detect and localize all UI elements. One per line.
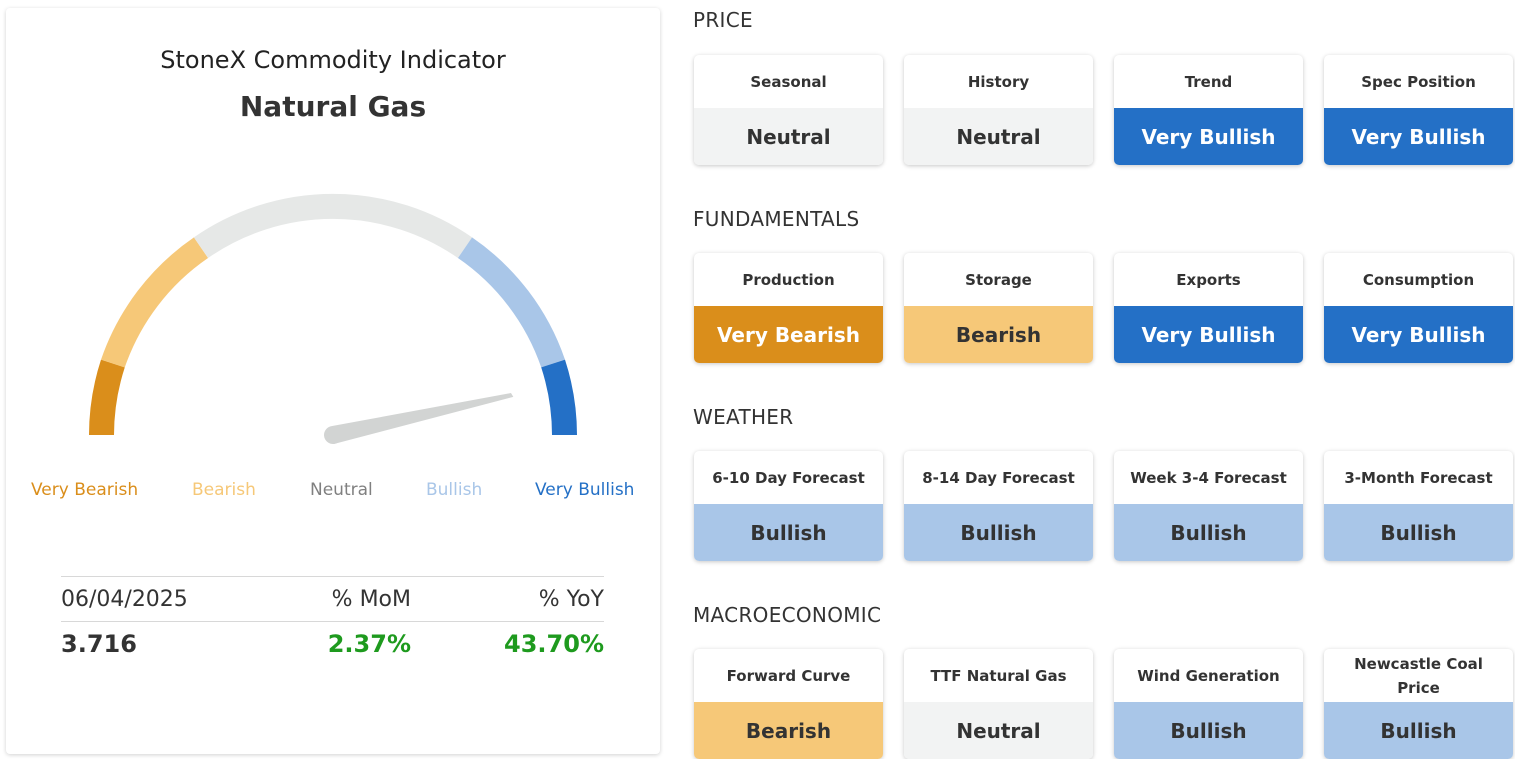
tile-label: Storage	[965, 270, 1032, 289]
tile-label: Production	[742, 270, 835, 289]
tile-consumption[interactable]: Consumption Very Bullish	[1324, 253, 1513, 363]
price-stats-table: 06/04/2025 % MoM % YoY 3.716 2.37% 43.70…	[61, 576, 604, 666]
scale-label-bearish: Bearish	[192, 480, 256, 500]
tile-trend[interactable]: Trend Very Bullish	[1114, 55, 1303, 165]
tile-label: History	[967, 72, 1030, 91]
tile-label: Consumption	[1362, 270, 1475, 289]
tile-label: Seasonal	[750, 72, 827, 91]
tile-forward-curve[interactable]: Forward Curve Bearish	[694, 649, 883, 759]
tile-label: Spec Position	[1361, 72, 1476, 91]
tile-status: Very Bullish	[1324, 108, 1513, 165]
tile-6-10-day-forecast[interactable]: 6-10 Day Forecast Bullish	[694, 451, 883, 561]
stats-price: 3.716	[61, 630, 137, 658]
gauge-band-very-bearish	[89, 359, 125, 436]
stats-value-row: 3.716 2.37% 43.70%	[61, 622, 604, 666]
tile-3-month-forecast[interactable]: 3-Month Forecast Bullish	[1324, 451, 1513, 561]
gauge-needle	[324, 393, 514, 444]
gauge-band-bullish	[457, 237, 565, 368]
tile-status: Bullish	[1324, 504, 1513, 561]
tile-status: Bullish	[694, 504, 883, 561]
scale-label-neutral: Neutral	[310, 480, 373, 500]
tile-status: Bullish	[1114, 504, 1303, 561]
tile-status: Bullish	[1324, 702, 1513, 759]
tile-status: Very Bullish	[1114, 306, 1303, 363]
tile-storage[interactable]: Storage Bearish	[904, 253, 1093, 363]
tile-production[interactable]: Production Very Bearish	[694, 253, 883, 363]
tile-newcastle-coal-price[interactable]: Newcastle Coal Price Bullish	[1324, 649, 1513, 759]
tile-ttf-natural-gas[interactable]: TTF Natural Gas Neutral	[904, 649, 1093, 759]
tile-status: Very Bullish	[1324, 306, 1513, 363]
tile-spec-position[interactable]: Spec Position Very Bullish	[1324, 55, 1513, 165]
scale-label-very-bullish: Very Bullish	[535, 480, 635, 500]
tile-label: TTF Natural Gas	[930, 666, 1067, 685]
stats-date: 06/04/2025	[61, 586, 188, 612]
tile-exports[interactable]: Exports Very Bullish	[1114, 253, 1303, 363]
tile-status: Bearish	[694, 702, 883, 759]
tile-status: Very Bullish	[1114, 108, 1303, 165]
tile-label: Wind Generation	[1137, 666, 1280, 685]
tile-label: Exports	[1176, 270, 1241, 289]
stats-header-row: 06/04/2025 % MoM % YoY	[61, 576, 604, 622]
tile-wind-generation[interactable]: Wind Generation Bullish	[1114, 649, 1303, 759]
tile-label: Newcastle Coal Price	[1354, 654, 1483, 697]
tile-status: Bullish	[904, 504, 1093, 561]
tile-label: 6-10 Day Forecast	[712, 468, 865, 487]
section-title-price: PRICE	[693, 8, 753, 32]
stats-yoy-value: 43.70%	[504, 630, 604, 658]
section-title-fundamentals: FUNDAMENTALS	[693, 207, 860, 231]
tile-label: Forward Curve	[726, 666, 851, 685]
tile-status: Bullish	[1114, 702, 1303, 759]
tile-label: Week 3-4 Forecast	[1130, 468, 1287, 487]
gauge-band-neutral	[193, 193, 473, 258]
tile-week-3-4-forecast[interactable]: Week 3-4 Forecast Bullish	[1114, 451, 1303, 561]
scale-label-bullish: Bullish	[426, 480, 483, 500]
scale-label-very-bearish: Very Bearish	[31, 480, 139, 500]
section-title-macroeconomic: MACROECONOMIC	[693, 603, 882, 627]
tile-seasonal[interactable]: Seasonal Neutral	[694, 55, 883, 165]
sentiment-gauge	[89, 193, 577, 444]
gauge-band-bearish	[101, 237, 209, 368]
tile-status: Neutral	[904, 702, 1093, 759]
tile-status: Neutral	[904, 108, 1093, 165]
tile-status: Very Bearish	[694, 306, 883, 363]
tile-label: Trend	[1184, 72, 1233, 91]
tile-8-14-day-forecast[interactable]: 8-14 Day Forecast Bullish	[904, 451, 1093, 561]
tile-history[interactable]: History Neutral	[904, 55, 1093, 165]
stats-mom-label: % MoM	[331, 586, 411, 612]
gauge-band-very-bullish	[541, 359, 577, 436]
tile-status: Bearish	[904, 306, 1093, 363]
tile-status: Neutral	[694, 108, 883, 165]
section-title-weather: WEATHER	[693, 405, 794, 429]
tile-label: 3-Month Forecast	[1344, 468, 1493, 487]
tile-label: 8-14 Day Forecast	[922, 468, 1075, 487]
indicator-card: StoneX Commodity Indicator Natural Gas V…	[6, 8, 660, 754]
stats-mom-value: 2.37%	[327, 630, 411, 658]
stats-yoy-label: % YoY	[538, 586, 604, 612]
